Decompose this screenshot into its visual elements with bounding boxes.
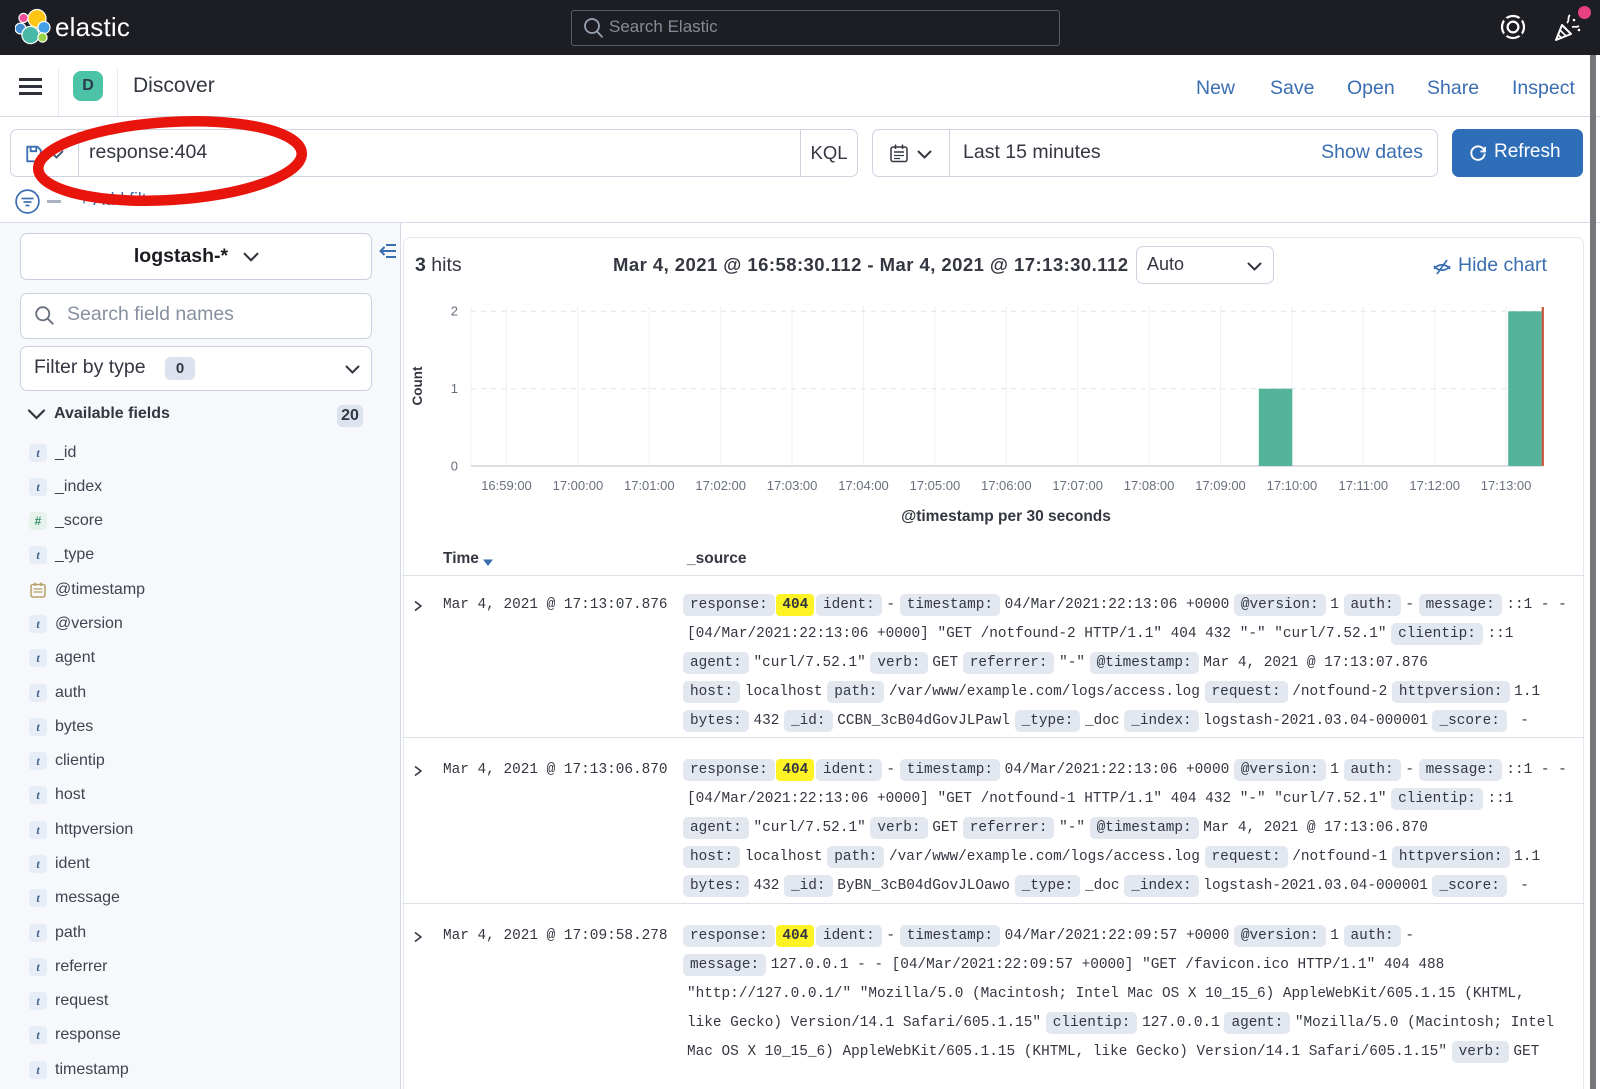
svg-text:1: 1 [451,381,458,396]
svg-text:16:59:00: 16:59:00 [481,478,532,493]
svg-text:17:11:00: 17:11:00 [1338,478,1388,493]
svg-text:17:02:00: 17:02:00 [695,478,746,493]
svg-text:17:00:00: 17:00:00 [553,478,604,493]
svg-text:17:07:00: 17:07:00 [1052,478,1103,493]
svg-text:17:04:00: 17:04:00 [838,478,889,493]
svg-text:2: 2 [451,304,458,319]
svg-text:0: 0 [451,458,458,473]
svg-text:17:13:00: 17:13:00 [1481,478,1532,493]
svg-text:17:09:00: 17:09:00 [1195,478,1246,493]
svg-text:17:12:00: 17:12:00 [1409,478,1460,493]
svg-text:17:10:00: 17:10:00 [1267,478,1318,493]
svg-text:17:08:00: 17:08:00 [1124,478,1175,493]
svg-text:Count: Count [410,366,425,405]
svg-text:17:03:00: 17:03:00 [767,478,818,493]
svg-text:17:01:00: 17:01:00 [624,478,675,493]
svg-text:17:05:00: 17:05:00 [910,478,961,493]
svg-text:17:06:00: 17:06:00 [981,478,1032,493]
